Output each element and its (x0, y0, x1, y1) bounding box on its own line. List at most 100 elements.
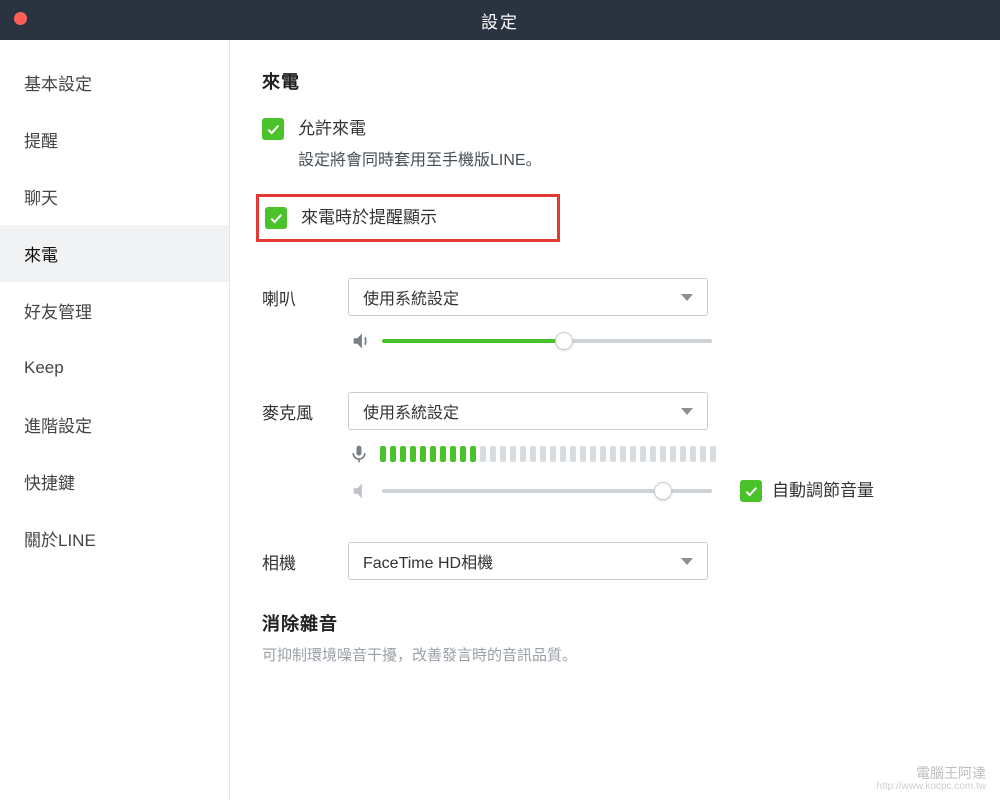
sidebar-item-shortcuts[interactable]: 快捷鍵 (0, 453, 229, 510)
level-segment (670, 446, 676, 462)
sidebar-item-about[interactable]: 關於LINE (0, 510, 229, 567)
microphone-select[interactable]: 使用系統設定 (348, 392, 708, 430)
camera-label: 相機 (262, 549, 348, 574)
settings-window: 設定 基本設定 提醒 聊天 來電 好友管理 Keep 進階設定 快捷鍵 關於LI… (0, 0, 1000, 800)
camera-select-value: FaceTime HD相機 (363, 549, 493, 573)
sidebar-item-friends[interactable]: 好友管理 (0, 282, 229, 339)
microphone-gain-row: 自動調節音量 (348, 480, 960, 502)
microphone-level-meter (380, 446, 716, 462)
level-segment (560, 446, 566, 462)
level-segment (540, 446, 546, 462)
level-segment (590, 446, 596, 462)
sidebar-item-label: 快捷鍵 (24, 469, 75, 494)
settings-panel-calls: 來電 允許來電 設定將會同時套用至手機版LINE。 來電時於提醒顯示 喇叭 (230, 40, 1000, 800)
watermark-url: http://www.kocpc.com.tw (877, 780, 986, 794)
level-segment (440, 446, 446, 462)
level-segment (510, 446, 516, 462)
sidebar-item-label: 關於LINE (24, 526, 96, 551)
show-in-notification-label: 來電時於提醒顯示 (301, 207, 437, 229)
level-segment (430, 446, 436, 462)
speaker-volume-row (348, 330, 960, 352)
auto-volume-row: 自動調節音量 (740, 480, 874, 502)
level-segment (660, 446, 666, 462)
level-segment (630, 446, 636, 462)
titlebar: 設定 (0, 0, 1000, 40)
section-title-calls: 來電 (262, 68, 960, 94)
speaker-muted-icon (348, 480, 374, 502)
check-icon (265, 121, 281, 137)
sidebar-item-label: Keep (24, 358, 64, 378)
slider-thumb[interactable] (555, 332, 573, 350)
allow-calls-checkbox[interactable] (262, 118, 284, 140)
highlighted-option: 來電時於提醒顯示 (256, 194, 560, 242)
level-segment (610, 446, 616, 462)
speaker-label: 喇叭 (262, 285, 348, 310)
level-segment (420, 446, 426, 462)
speaker-select-value: 使用系統設定 (363, 285, 459, 309)
check-icon (743, 483, 759, 499)
level-segment (570, 446, 576, 462)
sidebar-item-keep[interactable]: Keep (0, 339, 229, 396)
sidebar-item-label: 提醒 (24, 127, 58, 152)
level-segment (550, 446, 556, 462)
level-segment (500, 446, 506, 462)
noise-cancellation-title: 消除雜音 (262, 610, 960, 636)
speaker-volume-slider[interactable] (382, 339, 712, 343)
noise-cancellation-desc: 可抑制環境噪音干擾，改善發言時的音訊品質。 (262, 644, 960, 665)
body: 基本設定 提醒 聊天 來電 好友管理 Keep 進階設定 快捷鍵 關於LINE … (0, 40, 1000, 800)
microphone-gain-slider[interactable] (382, 489, 712, 493)
level-segment (490, 446, 496, 462)
sidebar-item-notifications[interactable]: 提醒 (0, 111, 229, 168)
level-segment (380, 446, 386, 462)
sidebar-item-label: 基本設定 (24, 70, 92, 95)
level-segment (450, 446, 456, 462)
allow-calls-label: 允許來電 (298, 118, 542, 140)
speaker-select[interactable]: 使用系統設定 (348, 278, 708, 316)
sidebar-item-calls[interactable]: 來電 (0, 225, 229, 282)
level-segment (700, 446, 706, 462)
sidebar-item-chat[interactable]: 聊天 (0, 168, 229, 225)
sidebar-item-basic[interactable]: 基本設定 (0, 54, 229, 111)
level-segment (410, 446, 416, 462)
microphone-select-value: 使用系統設定 (363, 399, 459, 423)
sidebar-item-label: 聊天 (24, 184, 58, 209)
level-segment (520, 446, 526, 462)
window-traffic-lights (14, 12, 27, 25)
chevron-down-icon (681, 294, 693, 301)
chevron-down-icon (681, 408, 693, 415)
level-segment (390, 446, 396, 462)
level-segment (690, 446, 696, 462)
show-in-notification-checkbox[interactable] (265, 207, 287, 229)
slider-thumb[interactable] (654, 482, 672, 500)
camera-select[interactable]: FaceTime HD相機 (348, 542, 708, 580)
chevron-down-icon (681, 558, 693, 565)
allow-calls-row: 允許來電 設定將會同時套用至手機版LINE。 (262, 118, 960, 170)
speaker-row: 喇叭 使用系統設定 (262, 278, 960, 316)
level-segment (530, 446, 536, 462)
level-segment (580, 446, 586, 462)
auto-volume-label: 自動調節音量 (772, 480, 874, 502)
camera-row: 相機 FaceTime HD相機 (262, 542, 960, 580)
microphone-icon (348, 444, 370, 464)
level-segment (460, 446, 466, 462)
level-segment (640, 446, 646, 462)
sidebar-item-label: 好友管理 (24, 298, 92, 323)
auto-volume-checkbox[interactable] (740, 480, 762, 502)
level-segment (620, 446, 626, 462)
level-segment (480, 446, 486, 462)
microphone-row: 麥克風 使用系統設定 (262, 392, 960, 430)
noise-cancellation-section: 消除雜音 可抑制環境噪音干擾，改善發言時的音訊品質。 (262, 610, 960, 665)
level-segment (710, 446, 716, 462)
level-segment (600, 446, 606, 462)
sidebar-item-label: 進階設定 (24, 412, 92, 437)
watermark-brand: 電腦王阿達 (877, 766, 986, 780)
close-window-button[interactable] (14, 12, 27, 25)
watermark: 電腦王阿達 http://www.kocpc.com.tw (877, 766, 986, 794)
window-title: 設定 (0, 8, 1000, 33)
level-segment (680, 446, 686, 462)
check-icon (268, 210, 284, 226)
microphone-label: 麥克風 (262, 399, 348, 424)
level-segment (650, 446, 656, 462)
sidebar-item-advanced[interactable]: 進階設定 (0, 396, 229, 453)
allow-calls-sublabel: 設定將會同時套用至手機版LINE。 (298, 146, 542, 170)
